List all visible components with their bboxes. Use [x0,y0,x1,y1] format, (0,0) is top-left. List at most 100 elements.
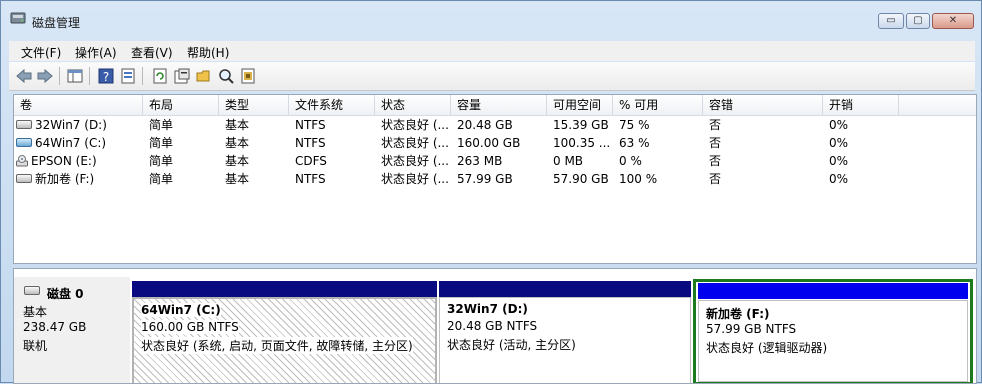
column-header-percent-free[interactable]: % 可用 [613,95,703,115]
partition-c[interactable]: 64Win7 (C:) 160.00 GB NTFS 状态良好 (系统, 启动,… [132,281,437,383]
volume-free-space: 15.39 GB [553,118,609,132]
partition-size-fs: 20.48 GB NTFS [447,319,538,333]
volume-list: 卷 布局 类型 文件系统 状态 容量 可用空间 % 可用 容错 开销 32Win… [13,94,977,264]
partition-status: 状态良好 (逻辑驱动器) [706,341,828,355]
disk-state: 联机 [23,339,48,353]
table-row[interactable]: EPSON (E:) 简单 基本 CDFS 状态良好 (... 263 MB 0… [14,152,976,170]
volume-fault-tolerance: 否 [709,172,722,186]
column-header-volume[interactable]: 卷 [14,95,143,115]
table-row[interactable]: 32Win7 (D:) 简单 基本 NTFS 状态良好 (... 20.48 G… [14,116,976,134]
disk-type: 基本 [23,305,48,319]
partition-bar [698,283,968,299]
column-header-overhead[interactable]: 开销 [823,95,899,115]
partition-bar [132,281,437,297]
partition-bar [439,281,691,297]
drive-icon [16,174,32,183]
refresh-icon[interactable] [151,67,169,85]
menu-action[interactable]: 操作(A) [75,44,117,61]
volume-name: 32Win7 (D:) [35,118,107,132]
window-title: 磁盘管理 [32,16,81,30]
volume-free-space: 100.35 ... [553,136,611,150]
disk-management-window: 磁盘管理 ▭ ▢ ✕ 文件(F) 操作(A) 查看(V) 帮助(H) ? 卷 布… [0,0,982,384]
partition-name: 32Win7 (D:) [447,302,528,316]
drive-icon [16,120,32,129]
partition-name: 新加卷 (F:) [706,307,770,321]
volume-capacity: 57.99 GB [457,172,513,186]
volume-name: EPSON (E:) [31,154,97,168]
volume-type: 基本 [225,172,250,186]
disk-info-panel[interactable]: 磁盘 0 基本 238.47 GB 联机 [14,277,130,383]
toolbar-separator [89,67,90,85]
toolbar: ? [9,62,975,91]
volume-percent-free: 63 % [619,136,650,150]
partition-status: 状态良好 (系统, 启动, 页面文件, 故障转储, 主分区) [141,337,413,354]
disk-layout-pane: 磁盘 0 基本 238.47 GB 联机 64Win7 (C:) 160.00 … [13,268,977,384]
volume-capacity: 160.00 GB [457,136,521,150]
volume-name: 64Win7 (C:) [35,136,107,150]
column-header-type[interactable]: 类型 [219,95,289,115]
volume-percent-free: 0 % [619,154,642,168]
table-row[interactable]: 新加卷 (F:) 简单 基本 NTFS 状态良好 (... 57.99 GB 5… [14,170,976,188]
search-icon[interactable] [217,67,235,85]
menu-help[interactable]: 帮助(H) [187,44,229,61]
maximize-icon: ▢ [913,15,923,26]
volume-type: 基本 [225,154,250,168]
volume-name: 新加卷 (F:) [35,172,95,186]
volume-layout: 简单 [149,118,174,132]
partition-body: 32Win7 (D:) 20.48 GB NTFS 状态良好 (活动, 主分区) [439,297,691,383]
column-header-layout[interactable]: 布局 [143,95,219,115]
partition-d[interactable]: 32Win7 (D:) 20.48 GB NTFS 状态良好 (活动, 主分区) [439,281,691,383]
maximize-button[interactable]: ▢ [906,13,930,29]
back-icon[interactable] [15,67,33,85]
volume-layout: 简单 [149,136,174,150]
partition-f[interactable]: 新加卷 (F:) 57.99 GB NTFS 状态良好 (逻辑驱动器) [693,279,973,383]
partition-body: 64Win7 (C:) 160.00 GB NTFS 状态良好 (系统, 启动,… [132,297,437,383]
help-icon[interactable]: ? [97,67,115,85]
table-row[interactable]: 64Win7 (C:) 简单 基本 NTFS 状态良好 (... 160.00 … [14,134,976,152]
minimize-icon: ▭ [886,15,896,26]
volume-fault-tolerance: 否 [709,154,722,168]
menu-bar: 文件(F) 操作(A) 查看(V) 帮助(H) [9,41,975,61]
menu-view[interactable]: 查看(V) [131,44,173,61]
open-icon[interactable] [195,67,213,85]
volume-capacity: 263 MB [457,154,503,168]
column-header-filesystem[interactable]: 文件系统 [289,95,375,115]
volume-type: 基本 [225,118,250,132]
partition-body: 新加卷 (F:) 57.99 GB NTFS 状态良好 (逻辑驱动器) [698,300,968,382]
volume-fault-tolerance: 否 [709,118,722,132]
disk-icon [24,286,40,295]
volume-overhead: 0% [829,154,849,168]
column-header-free-space[interactable]: 可用空间 [547,95,613,115]
volume-list-header: 卷 布局 类型 文件系统 状态 容量 可用空间 % 可用 容错 开销 [14,95,976,116]
volume-free-space: 57.90 GB [553,172,609,186]
console-tree-icon[interactable] [66,67,84,85]
toolbar-separator [59,67,60,85]
minimize-button[interactable]: ▭ [878,13,904,29]
partition-name: 64Win7 (C:) [141,303,221,317]
properties-sheet-icon[interactable] [173,67,191,85]
title-bar: 磁盘管理 ▭ ▢ ✕ [1,1,981,39]
close-button[interactable]: ✕ [932,13,974,29]
cd-drive-icon [16,154,28,166]
column-header-fault-tolerance[interactable]: 容错 [703,95,823,115]
volume-filesystem: CDFS [295,154,327,168]
system-drive-icon [16,138,32,147]
toolbar-separator [142,67,143,85]
volume-layout: 简单 [149,154,174,168]
volume-overhead: 0% [829,172,849,186]
partition-status: 状态良好 (活动, 主分区) [447,338,576,352]
volume-overhead: 0% [829,136,849,150]
volume-fault-tolerance: 否 [709,136,722,150]
volume-filesystem: NTFS [295,172,326,186]
export-icon[interactable] [239,67,257,85]
column-header-status[interactable]: 状态 [375,95,451,115]
properties-icon[interactable] [119,67,137,85]
forward-icon[interactable] [36,67,54,85]
volume-filesystem: NTFS [295,118,326,132]
volume-status: 状态良好 (... [381,154,449,168]
column-header-capacity[interactable]: 容量 [451,95,547,115]
volume-type: 基本 [225,136,250,150]
partition-size-fs: 160.00 GB NTFS [141,320,239,334]
volume-overhead: 0% [829,118,849,132]
menu-file[interactable]: 文件(F) [21,44,61,61]
